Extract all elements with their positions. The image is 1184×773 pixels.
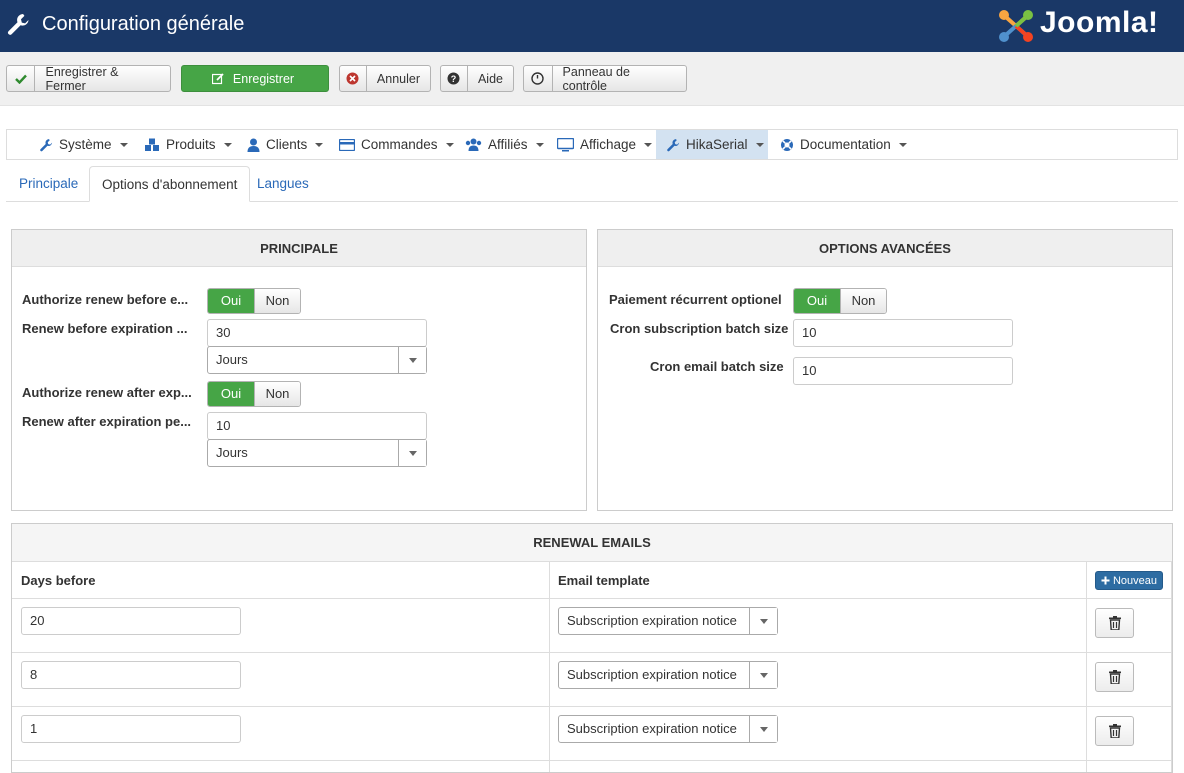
joomla-brand-text: Joomla! (1040, 6, 1159, 39)
email-template-select[interactable]: Subscription expiration notice (558, 661, 778, 689)
help-button[interactable]: ? Aide (440, 65, 514, 92)
chevron-down-icon (749, 662, 777, 688)
recurring-payment-toggle[interactable]: Oui Non (793, 288, 887, 314)
question-icon: ? (441, 66, 468, 91)
user-icon (247, 138, 260, 152)
trash-icon (1108, 616, 1121, 630)
no-option[interactable]: Non (254, 382, 300, 406)
days-before-input[interactable]: 1 (21, 715, 241, 743)
delete-row-button[interactable] (1095, 662, 1134, 692)
trash-icon (1108, 724, 1121, 738)
chevron-down-icon (749, 716, 777, 742)
principale-panel: PRINCIPALE Authorize renew before e... O… (11, 229, 587, 511)
tab-principale[interactable]: Principale (7, 166, 90, 202)
email-template-header: Email template (558, 573, 650, 588)
renew-before-period-label: Renew before expiration ... (22, 321, 188, 336)
cron-subscription-input[interactable]: 10 (793, 319, 1013, 347)
chevron-down-icon (398, 347, 426, 373)
plus-icon (1101, 576, 1110, 585)
yes-option[interactable]: Oui (208, 289, 254, 313)
renewal-emails-heading: RENEWAL EMAILS (12, 524, 1172, 562)
page-title: Configuration générale (42, 13, 245, 35)
control-panel-button[interactable]: Panneau de contrôle (523, 65, 687, 92)
renew-after-unit-select[interactable]: Jours (207, 439, 427, 467)
days-before-input[interactable]: 20 (21, 607, 241, 635)
toolbar: Enregistrer & Fermer Enregistrer Annuler… (0, 52, 1184, 106)
principale-heading: PRINCIPALE (12, 230, 586, 267)
header-bar: Configuration générale Joomla! (0, 0, 1184, 52)
chevron-down-icon (398, 440, 426, 466)
tab-bar: Principale Options d'abonnement Langues (6, 166, 1178, 202)
menu-documentation[interactable]: Documentation (780, 130, 907, 159)
days-before-input[interactable]: 8 (21, 661, 241, 689)
credit-card-icon (339, 138, 355, 151)
menu-systeme[interactable]: Système (39, 130, 128, 159)
cancel-icon (340, 66, 367, 91)
advanced-options-panel: OPTIONS AVANCÉES Paiement récurrent opti… (597, 229, 1173, 511)
renew-before-label: Authorize renew before e... (22, 292, 189, 307)
menu-affichage[interactable]: Affichage (557, 130, 653, 159)
renew-after-period-label: Renew after expiration pe... (22, 414, 192, 429)
svg-text:?: ? (451, 74, 457, 84)
delete-row-button[interactable] (1095, 716, 1134, 746)
yes-option[interactable]: Oui (794, 289, 840, 313)
renew-after-toggle[interactable]: Oui Non (207, 381, 301, 407)
tab-options-abonnement[interactable]: Options d'abonnement (89, 166, 251, 202)
users-icon (465, 138, 482, 151)
cron-email-label: Cron email batch size (650, 359, 784, 374)
cron-email-input[interactable]: 10 (793, 357, 1013, 385)
renew-before-unit-select[interactable]: Jours (207, 346, 427, 374)
lifebuoy-icon (781, 138, 793, 151)
dashboard-icon (524, 66, 553, 91)
email-template-select[interactable]: Subscription expiration notice (558, 715, 778, 743)
monitor-icon (557, 137, 574, 151)
advanced-options-heading: OPTIONS AVANCÉES (598, 230, 1172, 267)
menu-hikaserial[interactable]: HikaSerial (656, 130, 768, 159)
component-menu: Système Produits Clients Commandes Affil… (6, 129, 1178, 160)
delete-row-button[interactable] (1095, 608, 1134, 638)
renew-after-label: Authorize renew after exp... (22, 385, 192, 400)
save-button[interactable]: Enregistrer (181, 65, 329, 92)
chevron-down-icon (749, 608, 777, 634)
days-before-header: Days before (21, 573, 96, 588)
renew-before-toggle[interactable]: Oui Non (207, 288, 301, 314)
menu-produits[interactable]: Produits (144, 130, 232, 159)
renew-before-period-input[interactable]: 30 (207, 319, 427, 347)
no-option[interactable]: Non (254, 289, 300, 313)
wrench-icon (667, 138, 680, 151)
cron-subscription-label: Cron subscription batch size (610, 321, 789, 336)
yes-option[interactable]: Oui (208, 382, 254, 406)
wrench-icon (40, 138, 53, 151)
cubes-icon (145, 138, 159, 151)
menu-clients[interactable]: Clients (247, 130, 324, 159)
save-close-button[interactable]: Enregistrer & Fermer (6, 65, 171, 92)
menu-commandes[interactable]: Commandes (339, 130, 454, 159)
renew-after-period-input[interactable]: 10 (207, 412, 427, 440)
wrench-icon (7, 14, 29, 35)
edit-icon (211, 72, 224, 84)
tab-langues[interactable]: Langues (245, 166, 321, 202)
new-renewal-button[interactable]: Nouveau (1095, 571, 1163, 590)
no-option[interactable]: Non (840, 289, 886, 313)
joomla-logo-icon (999, 10, 1033, 42)
menu-affilies[interactable]: Affiliés (465, 130, 544, 159)
email-template-select[interactable]: Subscription expiration notice (558, 607, 778, 635)
renewal-emails-table: RENEWAL EMAILS Days before Email templat… (11, 523, 1173, 773)
cancel-button[interactable]: Annuler (339, 65, 431, 92)
trash-icon (1108, 670, 1121, 684)
recurring-payment-label: Paiement récurrent optionel (609, 292, 782, 307)
check-icon (7, 66, 36, 91)
